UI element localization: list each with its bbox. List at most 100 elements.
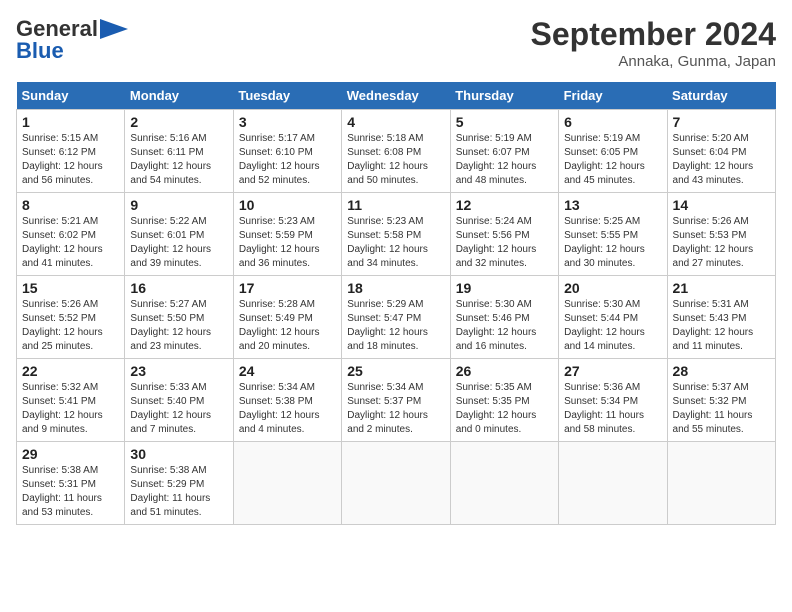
table-row: 2 Sunrise: 5:16 AM Sunset: 6:11 PM Daylig… xyxy=(125,110,233,193)
day-number: 12 xyxy=(456,197,553,213)
day-number: 22 xyxy=(22,363,119,379)
table-row xyxy=(559,442,667,525)
day-info: Sunrise: 5:26 AM Sunset: 5:52 PM Dayligh… xyxy=(22,298,119,354)
table-row: 11Sunrise: 5:23 AM Sunset: 5:58 PM Dayli… xyxy=(342,193,450,276)
table-row: 26 Sunrise: 5:35 AM Sunset: 5:35 PM Dayli… xyxy=(450,359,558,442)
day-info: Sunrise: 5:23 AM Sunset: 5:59 PM Dayligh… xyxy=(239,215,336,271)
table-row: 27 Sunrise: 5:36 AM Sunset: 5:34 PM Dayli… xyxy=(559,359,667,442)
day-info: Sunrise: 5:29 AM Sunset: 5:47 PM Dayligh… xyxy=(347,298,444,354)
day-number: 24 xyxy=(239,363,336,379)
day-number: 17 xyxy=(239,280,336,296)
calendar-table: Sunday Monday Tuesday Wednesday Thursday… xyxy=(16,82,776,525)
day-info: Sunrise: 5:20 AM Sunset: 6:04 PM Dayligh… xyxy=(673,132,770,188)
calendar-header: Sunday Monday Tuesday Wednesday Thursday… xyxy=(17,82,776,110)
day-number: 21 xyxy=(673,280,770,296)
day-info: Sunrise: 5:23 AM Sunset: 5:58 PM Dayligh… xyxy=(347,215,444,271)
day-number: 27 xyxy=(564,363,661,379)
day-info: Sunrise: 5:27 AM Sunset: 5:50 PM Dayligh… xyxy=(130,298,227,354)
table-row: 21 Sunrise: 5:31 AM Sunset: 5:43 PM Dayli… xyxy=(667,276,775,359)
day-info: Sunrise: 5:19 AM Sunset: 6:07 PM Dayligh… xyxy=(456,132,553,188)
day-info: Sunrise: 5:28 AM Sunset: 5:49 PM Dayligh… xyxy=(239,298,336,354)
calendar-week-row: 22 Sunrise: 5:32 AM Sunset: 5:41 PM Dayli… xyxy=(17,359,776,442)
day-info: Sunrise: 5:34 AM Sunset: 5:38 PM Dayligh… xyxy=(239,381,336,437)
day-info: Sunrise: 5:32 AM Sunset: 5:41 PM Dayligh… xyxy=(22,381,119,437)
table-row: 14Sunrise: 5:26 AM Sunset: 5:53 PM Dayli… xyxy=(667,193,775,276)
day-number: 8 xyxy=(22,197,119,213)
day-number: 13 xyxy=(564,197,661,213)
calendar-week-row: 29Sunrise: 5:38 AM Sunset: 5:31 PM Dayli… xyxy=(17,442,776,525)
table-row: 1 Sunrise: 5:15 AM Sunset: 6:12 PM Daylig… xyxy=(17,110,125,193)
col-wednesday: Wednesday xyxy=(342,82,450,110)
table-row: 13 Sunrise: 5:25 AM Sunset: 5:55 PM Dayli… xyxy=(559,193,667,276)
day-number: 3 xyxy=(239,114,336,130)
table-row: 7Sunrise: 5:20 AM Sunset: 6:04 PM Daylig… xyxy=(667,110,775,193)
table-row: 18Sunrise: 5:29 AM Sunset: 5:47 PM Dayli… xyxy=(342,276,450,359)
table-row: 30 Sunrise: 5:38 AM Sunset: 5:29 PM Dayli… xyxy=(125,442,233,525)
month-title: September 2024 xyxy=(531,16,776,53)
calendar-week-row: 8Sunrise: 5:21 AM Sunset: 6:02 PM Daylig… xyxy=(17,193,776,276)
table-row xyxy=(450,442,558,525)
day-info: Sunrise: 5:16 AM Sunset: 6:11 PM Dayligh… xyxy=(130,132,227,188)
day-info: Sunrise: 5:37 AM Sunset: 5:32 PM Dayligh… xyxy=(673,381,770,437)
day-number: 1 xyxy=(22,114,119,130)
day-info: Sunrise: 5:26 AM Sunset: 5:53 PM Dayligh… xyxy=(673,215,770,271)
day-info: Sunrise: 5:35 AM Sunset: 5:35 PM Dayligh… xyxy=(456,381,553,437)
table-row: 23Sunrise: 5:33 AM Sunset: 5:40 PM Dayli… xyxy=(125,359,233,442)
day-number: 4 xyxy=(347,114,444,130)
day-number: 20 xyxy=(564,280,661,296)
day-number: 2 xyxy=(130,114,227,130)
day-number: 25 xyxy=(347,363,444,379)
col-saturday: Saturday xyxy=(667,82,775,110)
day-info: Sunrise: 5:22 AM Sunset: 6:01 PM Dayligh… xyxy=(130,215,227,271)
day-number: 10 xyxy=(239,197,336,213)
day-info: Sunrise: 5:30 AM Sunset: 5:46 PM Dayligh… xyxy=(456,298,553,354)
table-row: 29Sunrise: 5:38 AM Sunset: 5:31 PM Dayli… xyxy=(17,442,125,525)
table-row xyxy=(233,442,341,525)
table-row: 15 Sunrise: 5:26 AM Sunset: 5:52 PM Dayli… xyxy=(17,276,125,359)
table-row: 8Sunrise: 5:21 AM Sunset: 6:02 PM Daylig… xyxy=(17,193,125,276)
title-block: September 2024 Annaka, Gunma, Japan xyxy=(531,16,776,70)
table-row xyxy=(667,442,775,525)
day-number: 5 xyxy=(456,114,553,130)
day-number: 6 xyxy=(564,114,661,130)
table-row xyxy=(342,442,450,525)
day-number: 23 xyxy=(130,363,227,379)
day-info: Sunrise: 5:15 AM Sunset: 6:12 PM Dayligh… xyxy=(22,132,119,188)
day-info: Sunrise: 5:24 AM Sunset: 5:56 PM Dayligh… xyxy=(456,215,553,271)
day-number: 15 xyxy=(22,280,119,296)
day-number: 28 xyxy=(673,363,770,379)
col-thursday: Thursday xyxy=(450,82,558,110)
day-number: 16 xyxy=(130,280,227,296)
calendar-body: 1 Sunrise: 5:15 AM Sunset: 6:12 PM Daylig… xyxy=(17,110,776,525)
table-row: 24 Sunrise: 5:34 AM Sunset: 5:38 PM Dayli… xyxy=(233,359,341,442)
location: Annaka, Gunma, Japan xyxy=(531,53,776,70)
table-row: 22 Sunrise: 5:32 AM Sunset: 5:41 PM Dayli… xyxy=(17,359,125,442)
col-sunday: Sunday xyxy=(17,82,125,110)
day-info: Sunrise: 5:31 AM Sunset: 5:43 PM Dayligh… xyxy=(673,298,770,354)
logo-blue: Blue xyxy=(16,38,64,64)
day-info: Sunrise: 5:38 AM Sunset: 5:31 PM Dayligh… xyxy=(22,464,119,520)
day-info: Sunrise: 5:36 AM Sunset: 5:34 PM Dayligh… xyxy=(564,381,661,437)
table-row: 10 Sunrise: 5:23 AM Sunset: 5:59 PM Dayli… xyxy=(233,193,341,276)
day-info: Sunrise: 5:25 AM Sunset: 5:55 PM Dayligh… xyxy=(564,215,661,271)
header-row: Sunday Monday Tuesday Wednesday Thursday… xyxy=(17,82,776,110)
day-number: 19 xyxy=(456,280,553,296)
table-row: 3 Sunrise: 5:17 AM Sunset: 6:10 PM Daylig… xyxy=(233,110,341,193)
day-info: Sunrise: 5:30 AM Sunset: 5:44 PM Dayligh… xyxy=(564,298,661,354)
col-friday: Friday xyxy=(559,82,667,110)
day-number: 26 xyxy=(456,363,553,379)
day-info: Sunrise: 5:38 AM Sunset: 5:29 PM Dayligh… xyxy=(130,464,227,520)
col-monday: Monday xyxy=(125,82,233,110)
table-row: 4 Sunrise: 5:18 AM Sunset: 6:08 PM Daylig… xyxy=(342,110,450,193)
table-row: 5 Sunrise: 5:19 AM Sunset: 6:07 PM Daylig… xyxy=(450,110,558,193)
calendar-week-row: 15 Sunrise: 5:26 AM Sunset: 5:52 PM Dayli… xyxy=(17,276,776,359)
day-info: Sunrise: 5:17 AM Sunset: 6:10 PM Dayligh… xyxy=(239,132,336,188)
day-number: 30 xyxy=(130,446,227,462)
calendar-week-row: 1 Sunrise: 5:15 AM Sunset: 6:12 PM Daylig… xyxy=(17,110,776,193)
logo-arrow-icon xyxy=(100,19,128,39)
day-info: Sunrise: 5:18 AM Sunset: 6:08 PM Dayligh… xyxy=(347,132,444,188)
day-info: Sunrise: 5:19 AM Sunset: 6:05 PM Dayligh… xyxy=(564,132,661,188)
logo: General Blue xyxy=(16,16,128,64)
table-row: 17 Sunrise: 5:28 AM Sunset: 5:49 PM Dayli… xyxy=(233,276,341,359)
page-header: General Blue September 2024 Annaka, Gunm… xyxy=(16,16,776,70)
